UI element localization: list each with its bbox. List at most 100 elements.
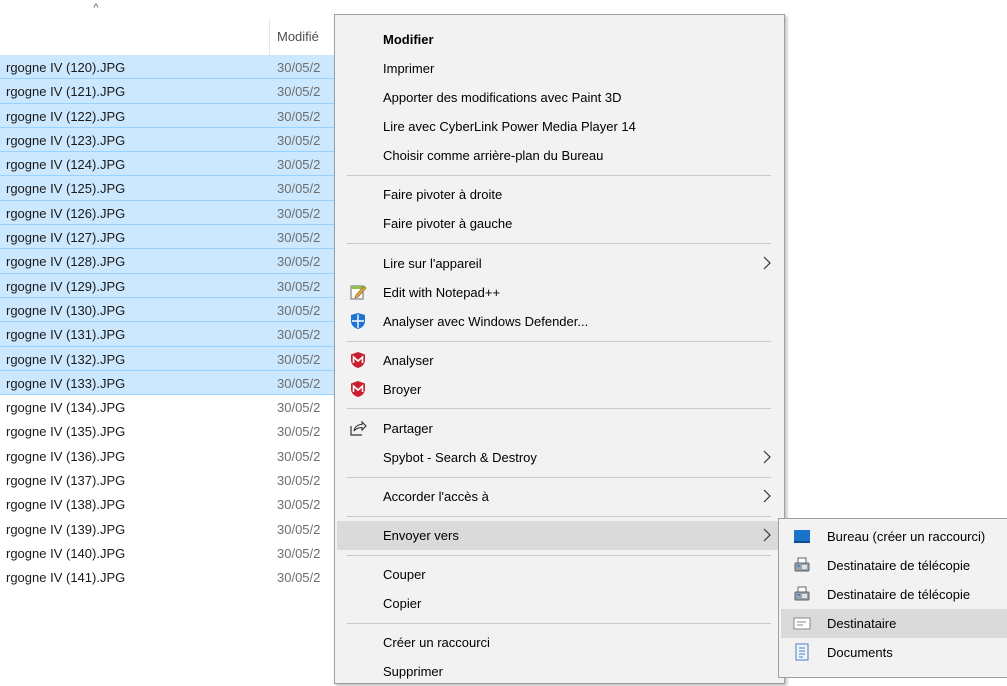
menu-item-create-shortcut[interactable]: Créer un raccourci: [337, 628, 783, 657]
share-icon: [350, 420, 367, 436]
file-row[interactable]: rgogne IV (138).JPG 30/05/2: [0, 492, 340, 516]
file-date: 30/05/2: [277, 278, 321, 294]
column-divider[interactable]: [269, 19, 270, 55]
menu-item-label: Choisir comme arrière-plan du Bureau: [383, 148, 604, 163]
file-date: 30/05/2: [277, 254, 321, 270]
menu-item-label: Edit with Notepad++: [383, 285, 501, 300]
notepadpp-icon: [350, 285, 367, 300]
fax-icon: [794, 586, 810, 601]
file-row[interactable]: rgogne IV (122).JPG 30/05/2: [0, 103, 340, 128]
menu-separator: [347, 175, 771, 176]
menu-item-rotate-left[interactable]: Faire pivoter à gauche: [337, 209, 783, 238]
menu-item-label: Supprimer: [383, 664, 443, 679]
file-rows: rgogne IV (120).JPG 30/05/2 rgogne IV (12…: [0, 55, 340, 590]
documents-icon: [795, 643, 809, 661]
file-date: 30/05/2: [277, 545, 321, 561]
file-row[interactable]: rgogne IV (121).JPG 30/05/2: [0, 79, 340, 104]
file-row[interactable]: rgogne IV (123).JPG 30/05/2: [0, 127, 340, 153]
menu-item-spybot[interactable]: Spybot - Search & Destroy: [337, 443, 783, 472]
file-name: rgogne IV (136).JPG: [6, 448, 126, 464]
chevron-right-icon: [763, 450, 771, 464]
file-date: 30/05/2: [277, 351, 321, 367]
file-row[interactable]: rgogne IV (137).JPG 30/05/2: [0, 468, 340, 492]
menu-item-cast-to-device[interactable]: Lire sur l'appareil: [337, 249, 783, 278]
menu-item-cut[interactable]: Couper: [337, 560, 783, 589]
menu-item-mcafee-shred[interactable]: Broyer: [337, 375, 783, 404]
menu-item-modifier[interactable]: Modifier: [337, 25, 783, 54]
menu-separator: [347, 408, 771, 409]
menu-item-label: Partager: [383, 421, 433, 436]
menu-item-cyberlink[interactable]: Lire avec CyberLink Power Media Player 1…: [337, 112, 783, 141]
file-name: rgogne IV (140).JPG: [6, 545, 126, 561]
file-row[interactable]: rgogne IV (125).JPG 30/05/2: [0, 176, 340, 201]
submenu-item-label: Destinataire: [827, 616, 897, 631]
menu-item-mcafee-scan[interactable]: Analyser: [337, 346, 783, 375]
desktop-icon: [794, 530, 810, 543]
file-row[interactable]: rgogne IV (134).JPG 30/05/2: [0, 395, 340, 419]
sort-ascending-icon[interactable]: ^: [89, 2, 103, 14]
menu-item-send-to[interactable]: Envoyer vers: [337, 521, 783, 550]
file-name: rgogne IV (126).JPG: [6, 205, 126, 221]
menu-item-wallpaper[interactable]: Choisir comme arrière-plan du Bureau: [337, 141, 783, 170]
menu-item-share[interactable]: Partager: [337, 414, 783, 443]
file-row[interactable]: rgogne IV (127).JPG 30/05/2: [0, 225, 340, 250]
file-row[interactable]: rgogne IV (128).JPG 30/05/2: [0, 249, 340, 274]
file-date: 30/05/2: [277, 84, 321, 100]
menu-separator: [347, 243, 771, 244]
menu-item-label: Envoyer vers: [383, 528, 459, 543]
mail-recipient-icon: [793, 617, 811, 630]
menu-item-paint3d[interactable]: Apporter des modifications avec Paint 3D: [337, 83, 783, 112]
file-date: 30/05/2: [277, 230, 321, 246]
file-row[interactable]: rgogne IV (129).JPG 30/05/2: [0, 273, 340, 298]
menu-item-windows-defender[interactable]: Analyser avec Windows Defender...: [337, 307, 783, 336]
file-date: 30/05/2: [277, 473, 321, 489]
file-date: 30/05/2: [277, 181, 321, 197]
file-row[interactable]: rgogne IV (126).JPG 30/05/2: [0, 200, 340, 226]
file-name: rgogne IV (120).JPG: [6, 60, 126, 75]
menu-item-label: Copier: [383, 596, 422, 611]
file-name: rgogne IV (129).JPG: [6, 278, 126, 294]
file-row[interactable]: rgogne IV (139).JPG 30/05/2: [0, 517, 340, 541]
file-row[interactable]: rgogne IV (131).JPG 30/05/2: [0, 322, 340, 347]
file-name: rgogne IV (127).JPG: [6, 230, 126, 246]
file-date: 30/05/2: [277, 497, 321, 513]
column-header-modified[interactable]: Modifié: [277, 29, 337, 44]
file-row[interactable]: rgogne IV (132).JPG 30/05/2: [0, 346, 340, 371]
menu-item-rotate-right[interactable]: Faire pivoter à droite: [337, 180, 783, 209]
file-name: rgogne IV (135).JPG: [6, 424, 126, 440]
file-name: rgogne IV (131).JPG: [6, 327, 126, 343]
submenu-item-mail-recipient[interactable]: Destinataire: [781, 609, 1007, 638]
file-date: 30/05/2: [277, 205, 321, 221]
submenu-item-fax[interactable]: Destinataire de télécopie: [781, 580, 1007, 609]
file-date: 30/05/2: [277, 448, 321, 464]
file-row[interactable]: rgogne IV (136).JPG 30/05/2: [0, 444, 340, 468]
menu-item-label: Spybot - Search & Destroy: [383, 450, 537, 465]
file-date: 30/05/2: [277, 60, 321, 75]
send-to-submenu: Bureau (créer un raccourci) Destinataire…: [778, 518, 1007, 678]
submenu-item-label: Documents: [827, 645, 893, 660]
file-row[interactable]: rgogne IV (124).JPG 30/05/2: [0, 152, 340, 177]
file-name: rgogne IV (132).JPG: [6, 351, 126, 367]
menu-item-label: Créer un raccourci: [383, 635, 490, 650]
file-name: rgogne IV (128).JPG: [6, 254, 126, 270]
menu-item-notepadpp[interactable]: Edit with Notepad++: [337, 278, 783, 307]
file-row[interactable]: rgogne IV (135).JPG 30/05/2: [0, 419, 340, 443]
mcafee-icon: [351, 381, 365, 397]
menu-item-delete[interactable]: Supprimer: [337, 657, 783, 686]
menu-item-label: Imprimer: [383, 61, 435, 76]
file-row[interactable]: rgogne IV (141).JPG 30/05/2: [0, 565, 340, 589]
menu-item-imprimer[interactable]: Imprimer: [337, 54, 783, 83]
file-row[interactable]: rgogne IV (133).JPG 30/05/2: [0, 370, 340, 396]
file-row[interactable]: rgogne IV (130).JPG 30/05/2: [0, 297, 340, 323]
submenu-item-desktop[interactable]: Bureau (créer un raccourci): [781, 522, 1007, 551]
file-row[interactable]: rgogne IV (120).JPG 30/05/2: [0, 55, 340, 80]
mcafee-icon: [351, 352, 365, 368]
menu-item-label: Faire pivoter à gauche: [383, 216, 513, 231]
submenu-item-documents[interactable]: Documents: [781, 638, 1007, 667]
menu-item-copy[interactable]: Copier: [337, 589, 783, 618]
windows-defender-icon: [351, 313, 365, 329]
menu-item-label: Accorder l'accès à: [383, 489, 489, 504]
submenu-item-fax[interactable]: Destinataire de télécopie: [781, 551, 1007, 580]
file-row[interactable]: rgogne IV (140).JPG 30/05/2: [0, 541, 340, 565]
menu-item-grant-access[interactable]: Accorder l'accès à: [337, 482, 783, 511]
